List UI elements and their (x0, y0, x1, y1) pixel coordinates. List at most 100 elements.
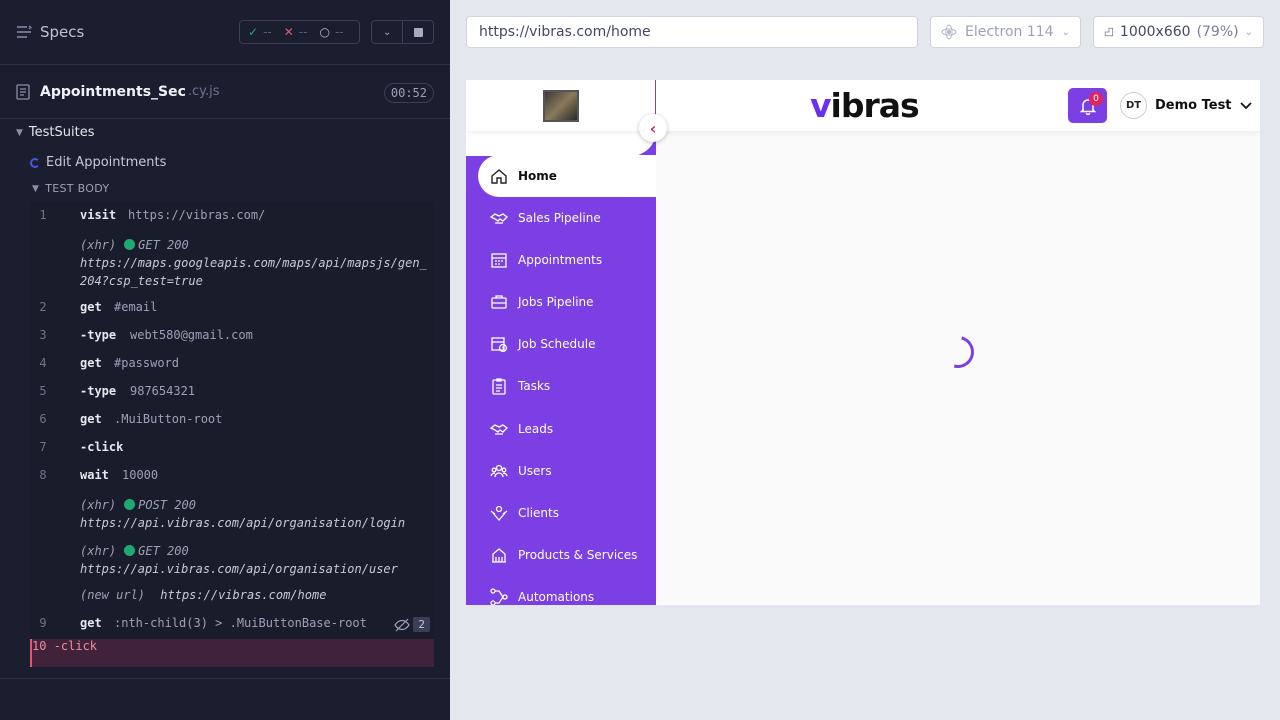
briefcase-icon (491, 295, 507, 309)
test-body-header[interactable]: ▼ TEST BODY (32, 182, 109, 195)
specs-menu-icon[interactable] (16, 25, 32, 39)
spec-file-name[interactable]: Appointments_Sec (40, 84, 186, 100)
app-frame: ‹ vibras 0 DT Demo Test Home Sales Pipel… (466, 80, 1260, 605)
app-header: vibras 0 DT Demo Test (466, 80, 1260, 131)
sidebar-item-sales-pipeline[interactable]: Sales Pipeline (478, 197, 656, 239)
suite-title[interactable]: ▼ TestSuites (16, 125, 95, 140)
cross-icon: ✕ (283, 25, 294, 39)
sidebar-item-label: Appointments (518, 253, 603, 267)
pending-stat: ○ -- (319, 25, 343, 39)
hidden-elements-badge[interactable]: 2 (394, 617, 430, 632)
command-number: 5 (39, 384, 47, 398)
command-name: visit (80, 208, 117, 222)
browser-label: Electron 114 (965, 24, 1054, 40)
sidebar-item-leads[interactable]: Leads (478, 408, 656, 450)
calendar-icon (491, 253, 507, 268)
command-number: 2 (39, 300, 47, 314)
command-number: 6 (39, 412, 47, 426)
passed-count: -- (263, 25, 272, 39)
failed-stat: ✕ -- (284, 25, 308, 39)
sidebar-item-label: Users (518, 464, 552, 478)
expand-button[interactable]: ⌄ (372, 21, 402, 43)
document-icon (16, 83, 30, 100)
stop-button[interactable] (402, 21, 433, 43)
pending-count: -- (334, 25, 344, 39)
command-name: -click (80, 440, 124, 454)
viewport-selector[interactable]: 1000x660 (79%) ⌄ (1093, 16, 1264, 48)
sidebar-item-products-services[interactable]: Products & Services (478, 534, 656, 576)
test-stats: ✓ -- ✕ -- ○ -- (239, 20, 360, 44)
command-number: 8 (39, 468, 47, 482)
log-tag: (xhr) (80, 544, 117, 558)
failed-count: -- (298, 25, 308, 39)
command-log: 1 visit https://vibras.com/ (xhr) GET 200… (30, 202, 434, 668)
user-menu[interactable]: DT Demo Test (1120, 92, 1252, 119)
handshake-icon (490, 213, 508, 224)
browser-selector[interactable]: Electron 114 ⌄ (930, 16, 1081, 48)
eye-slash-icon (394, 618, 411, 631)
sidebar-item-label: Tasks (518, 379, 551, 393)
sidebar-item-tasks[interactable]: Tasks (478, 365, 656, 407)
chevron-down-icon: ▼ (32, 183, 40, 194)
test-title[interactable]: Edit Appointments (30, 155, 166, 170)
collapse-sidebar-button[interactable]: ‹ (639, 114, 667, 142)
specs-label[interactable]: Specs (40, 23, 84, 41)
passed-stat: ✓ -- (248, 25, 272, 39)
sidebar-item-users[interactable]: Users (478, 450, 656, 492)
sidebar-item-job-schedule[interactable]: Job Schedule (478, 323, 656, 365)
log-status: GET 200 (138, 544, 189, 558)
sidebar-item-appointments[interactable]: Appointments (478, 239, 656, 281)
chevron-down-icon: ⌄ (1244, 26, 1253, 38)
brand-v: v (810, 86, 831, 125)
command-number: 7 (39, 440, 47, 454)
xhr-log-row[interactable]: (xhr) GET 200 https://maps.googleapis.com… (80, 236, 430, 290)
spec-file-ext: .cy.js (187, 84, 220, 99)
viewport-size: 1000x660 (1119, 24, 1191, 40)
run-controls: ⌄ (371, 20, 434, 44)
brand-name: ibras (830, 86, 920, 125)
user-name: Demo Test (1155, 98, 1232, 113)
calendar-clock-icon (491, 337, 508, 353)
sidebar-item-automations[interactable]: Automations (478, 576, 656, 605)
building-icon (492, 548, 506, 563)
new-url-log-row[interactable]: (new url) https://vibras.com/home (80, 586, 430, 604)
clipboard-icon (492, 378, 506, 395)
clients-icon (490, 505, 508, 521)
log-url: https://api.vibras.com/api/organisation/… (80, 516, 406, 530)
sidebar-item-jobs-pipeline[interactable]: Jobs Pipeline (478, 281, 656, 323)
sidebar-item-label: Automations (518, 590, 595, 604)
command-number: 9 (39, 616, 47, 630)
xhr-log-row[interactable]: (xhr) GET 200 https://api.vibras.com/api/… (80, 542, 430, 578)
company-logo[interactable] (466, 80, 656, 131)
sidebar-item-clients[interactable]: Clients (478, 492, 656, 534)
log-tag: (xhr) (80, 498, 117, 512)
flow-icon (490, 588, 508, 605)
users-icon (490, 464, 508, 478)
command-name: -type (80, 328, 117, 342)
log-status: POST 200 (138, 498, 196, 512)
command-name: get (80, 412, 102, 426)
url-bar[interactable]: https://vibras.com/home (466, 16, 918, 48)
xhr-log-row[interactable]: (xhr) POST 200 https://api.vibras.com/api… (80, 496, 430, 532)
spec-file-header: Appointments_Sec .cy.js 00:52 (0, 64, 450, 119)
hidden-count: 2 (413, 617, 430, 632)
chevron-down-icon: ⌄ (1061, 26, 1070, 38)
log-url: https://maps.googleapis.com/maps/api/map… (80, 256, 427, 288)
divider (0, 678, 450, 679)
command-name: get (80, 300, 102, 314)
sidebar-item-home[interactable]: Home (478, 155, 656, 197)
suite-label: TestSuites (28, 125, 95, 140)
notifications-button[interactable]: 0 (1068, 88, 1107, 123)
chevron-down-icon: ⌄ (383, 26, 392, 38)
log-tag: (new url) (80, 588, 146, 602)
test-body-label: TEST BODY (45, 182, 110, 195)
logo-image (542, 89, 579, 122)
command-message: #password (114, 356, 180, 370)
cypress-reporter: Specs ✓ -- ✕ -- ○ -- ⌄ Appointments_Sec .cy… (0, 0, 450, 720)
test-label: Edit Appointments (46, 155, 167, 170)
stop-icon (413, 27, 423, 37)
command-name: -click (53, 639, 98, 653)
notification-count: 0 (1089, 92, 1103, 106)
command-row-active[interactable]: 10 -click (30, 639, 434, 667)
status-dot-icon (124, 239, 136, 250)
